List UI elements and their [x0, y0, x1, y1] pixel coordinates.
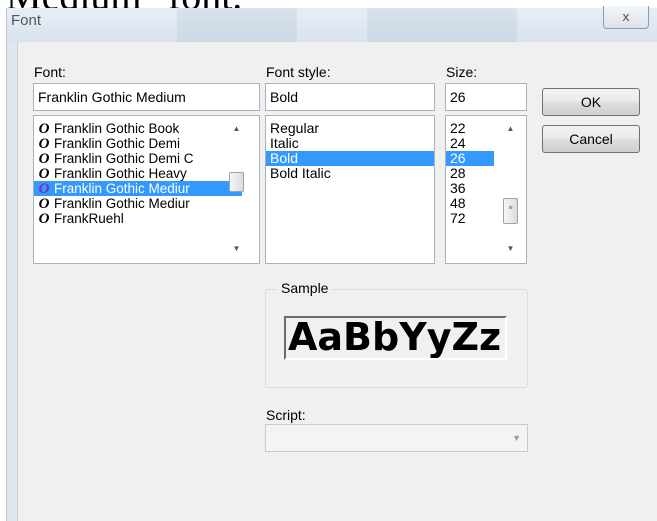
- size-item[interactable]: 28: [446, 166, 494, 181]
- font-list-item-selected[interactable]: O Franklin Gothic Mediur: [34, 181, 242, 196]
- font-style-list[interactable]: Regular Italic Bold Bold Italic: [265, 115, 435, 264]
- size-item[interactable]: 72: [446, 211, 494, 226]
- title-bar[interactable]: Font ⅹ: [7, 6, 657, 42]
- close-button[interactable]: ⅹ: [603, 6, 649, 29]
- scroll-up-icon[interactable]: ▲: [228, 124, 245, 133]
- ok-button[interactable]: OK: [542, 88, 640, 116]
- font-list-item[interactable]: O Franklin Gothic Heavy: [34, 166, 242, 181]
- truetype-font-icon: O: [38, 151, 50, 167]
- font-list[interactable]: O Franklin Gothic Book O Franklin Gothic D…: [33, 115, 260, 264]
- size-item-selected[interactable]: 26: [446, 151, 494, 166]
- chevron-down-icon[interactable]: ▼: [512, 433, 521, 443]
- truetype-font-icon: O: [38, 211, 50, 227]
- font-style-items: Regular Italic Bold Bold Italic: [266, 121, 434, 181]
- left-edge-panel: [7, 42, 18, 521]
- font-dialog: Font ⅹ Font: Franklin Gothic Medium O Fra…: [6, 6, 657, 521]
- scroll-up-icon[interactable]: ▲: [502, 124, 519, 133]
- font-list-item[interactable]: O Franklin Gothic Mediur: [34, 196, 242, 211]
- font-list-item[interactable]: O Franklin Gothic Demi C: [34, 151, 242, 166]
- font-label: Font:: [34, 64, 66, 80]
- truetype-font-icon: O: [38, 181, 50, 197]
- sample-text: AaBbYyZz: [288, 316, 502, 359]
- font-style-input[interactable]: Bold: [265, 83, 435, 111]
- close-icon: ⅹ: [622, 9, 630, 24]
- font-list-scrollbar[interactable]: ▲ ▼: [228, 116, 245, 263]
- size-item[interactable]: 48: [446, 196, 494, 211]
- font-style-item[interactable]: Regular: [266, 121, 434, 136]
- sample-label: Sample: [278, 280, 332, 296]
- truetype-font-icon: O: [38, 166, 50, 182]
- scroll-down-icon[interactable]: ▼: [228, 244, 245, 253]
- cancel-button[interactable]: Cancel: [542, 125, 640, 153]
- size-label: Size:: [446, 64, 478, 80]
- font-style-item[interactable]: Bold Italic: [266, 166, 434, 181]
- sample-preview: AaBbYyZz: [284, 316, 507, 360]
- sample-group: Sample AaBbYyZz: [265, 280, 528, 388]
- scroll-thumb[interactable]: ≡: [503, 198, 518, 224]
- size-input[interactable]: 26: [445, 83, 527, 111]
- size-list[interactable]: 22 24 26 28 36 48 72 ▲ ≡ ▼: [445, 115, 527, 264]
- font-list-item[interactable]: O FrankRuehl: [34, 211, 242, 226]
- font-list-item[interactable]: O Franklin Gothic Book: [34, 121, 242, 136]
- scroll-down-icon[interactable]: ▼: [502, 244, 519, 253]
- font-style-item[interactable]: Italic: [266, 136, 434, 151]
- truetype-font-icon: O: [38, 196, 50, 212]
- font-list-item[interactable]: O Franklin Gothic Demi: [34, 136, 242, 151]
- font-list-items: O Franklin Gothic Book O Franklin Gothic D…: [34, 121, 242, 226]
- truetype-font-icon: O: [38, 121, 50, 137]
- font-style-item-selected[interactable]: Bold: [266, 151, 434, 166]
- size-item[interactable]: 22: [446, 121, 494, 136]
- script-label: Script:: [266, 407, 306, 423]
- font-name-input[interactable]: Franklin Gothic Medium: [33, 83, 260, 111]
- script-select[interactable]: ▼: [265, 424, 528, 452]
- size-items: 22 24 26 28 36 48 72: [446, 121, 494, 226]
- truetype-font-icon: O: [38, 136, 50, 152]
- font-style-label: Font style:: [266, 64, 331, 80]
- size-item[interactable]: 36: [446, 181, 494, 196]
- size-list-scrollbar[interactable]: ▲ ≡ ▼: [502, 116, 520, 263]
- size-item[interactable]: 24: [446, 136, 494, 151]
- dialog-title: Font: [11, 12, 42, 29]
- scroll-thumb[interactable]: [229, 172, 244, 192]
